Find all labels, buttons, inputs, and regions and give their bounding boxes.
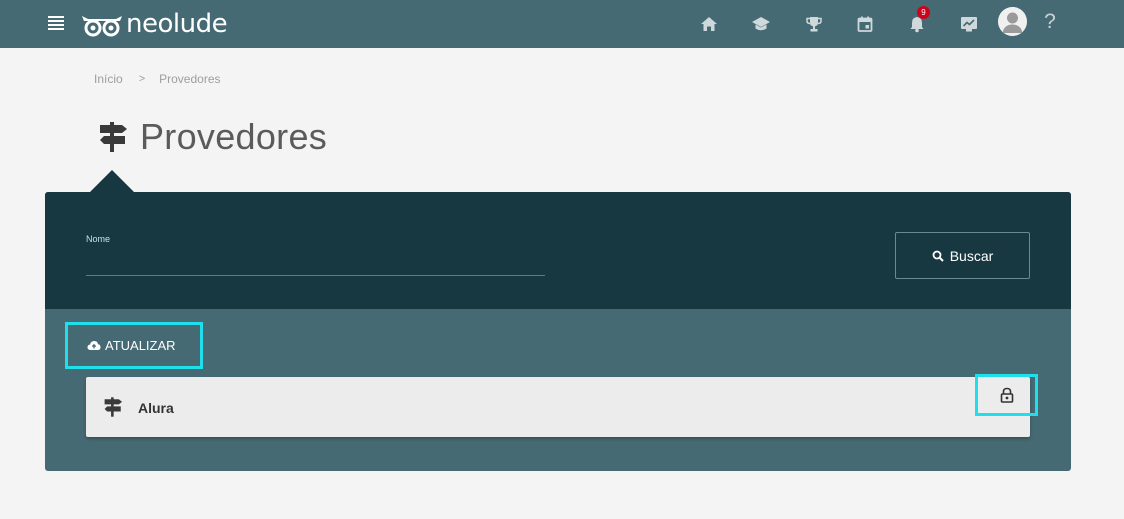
providers-panel: Nome Buscar ATUALIZAR Alura [45,192,1071,471]
trophy-icon[interactable] [801,11,827,37]
neolude-logo[interactable]: neolude [80,8,228,40]
search-icon [932,250,944,262]
page-header: Provedores [98,116,327,158]
name-field-label: Nome [86,234,111,244]
page-title: Provedores [140,116,328,157]
notification-count-badge: 9 [917,6,930,19]
lock-icon [1000,387,1013,403]
breadcrumb: Início > Provedores [94,72,221,86]
breadcrumb-current: Provedores [159,72,221,86]
help-button[interactable]: ? [1040,10,1060,34]
bell-icon[interactable]: 9 [904,6,930,37]
presentation-chart-icon[interactable] [956,11,982,37]
hamburger-menu-icon[interactable] [47,14,65,32]
calendar-icon[interactable] [852,11,878,37]
owl-logo-icon [82,16,122,37]
search-button-label: Buscar [949,247,994,264]
breadcrumb-home-link[interactable]: Início [94,72,123,86]
name-search-input[interactable] [86,248,545,276]
graduation-cap-icon[interactable] [748,11,774,37]
update-button[interactable]: ATUALIZAR [65,322,203,369]
top-navigation-bar: neolude 9 ? [0,0,1124,48]
provider-name: Alura [138,400,174,416]
home-icon[interactable] [696,11,722,37]
breadcrumb-separator: > [138,73,146,85]
lock-button[interactable] [975,374,1038,416]
search-button[interactable]: Buscar [895,232,1030,279]
logo-text: neolude [126,9,228,39]
user-avatar[interactable] [998,7,1027,36]
search-panel: Nome Buscar [45,192,1071,309]
update-button-label: ATUALIZAR [105,338,176,353]
cloud-upload-icon [87,341,101,350]
card-pointer [90,170,134,192]
signpost-icon [100,122,127,152]
signpost-icon [104,397,123,417]
provider-list-item[interactable]: Alura [86,377,1030,437]
